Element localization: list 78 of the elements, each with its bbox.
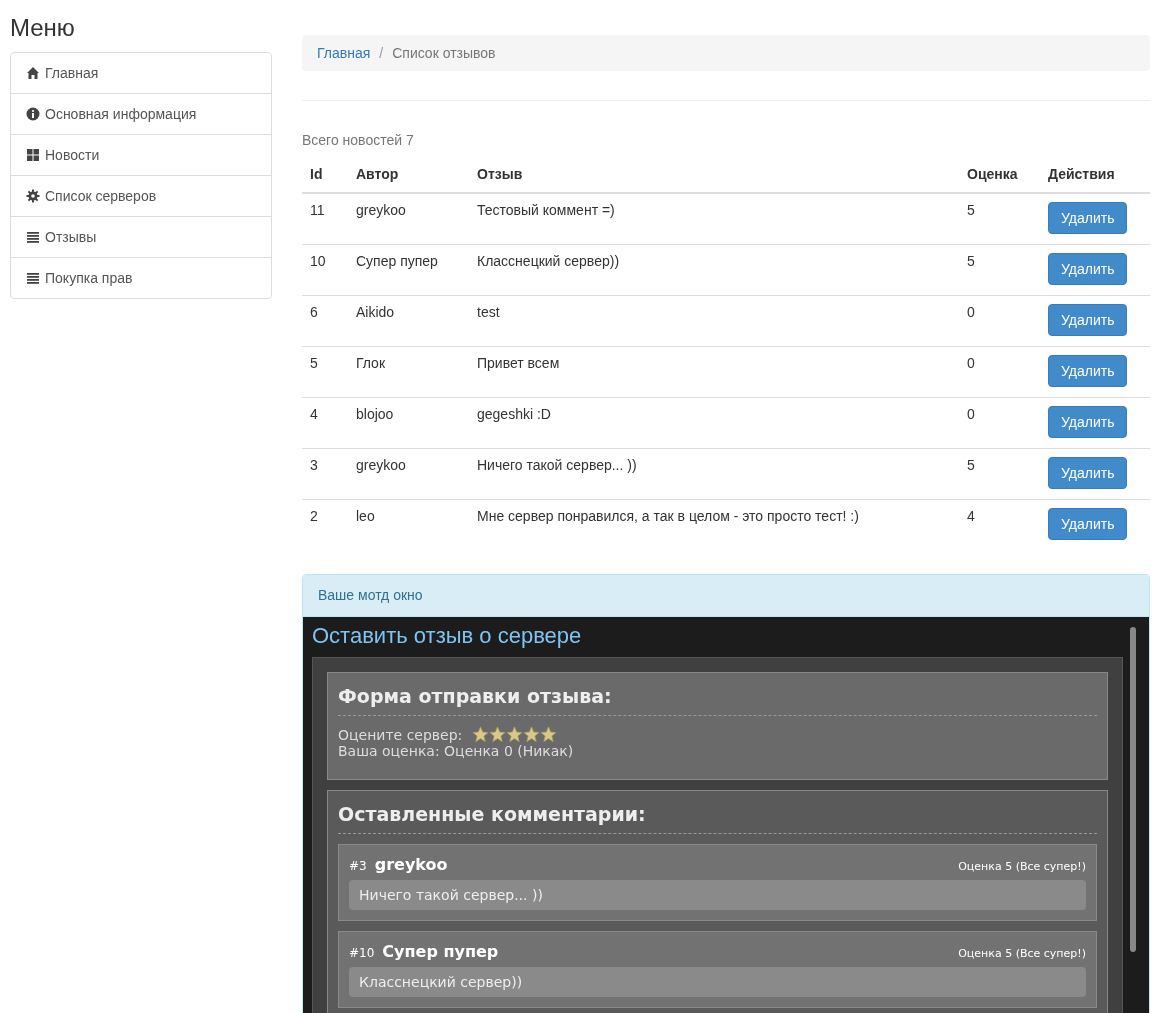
sidebar-item[interactable]: Покупка прав: [11, 257, 271, 298]
table-cell: 3: [302, 448, 348, 499]
comment-author: Супер пупер: [382, 942, 499, 961]
delete-button[interactable]: Удалить: [1048, 405, 1128, 438]
table-cell: leo: [348, 499, 469, 550]
list-icon: [26, 230, 40, 244]
table-cell: Привет всем: [469, 346, 959, 397]
comment-rating: Оценка 5 (Все супер!): [958, 860, 1086, 873]
table-cell: 5: [959, 448, 1040, 499]
table-cell: 4: [302, 397, 348, 448]
scrollbar[interactable]: [1130, 627, 1136, 952]
motd-title: Оставить отзыв о сервере: [312, 623, 582, 649]
delete-button[interactable]: Удалить: [1048, 303, 1128, 336]
breadcrumb-current: Список отзывов: [392, 45, 496, 61]
sidebar-item[interactable]: Новости: [11, 134, 271, 175]
table-cell: greykoo: [348, 193, 469, 244]
table-cell: Мне сервер понравился, а так в целом - это просто тест! :): [469, 499, 959, 550]
table-cell: 11: [302, 193, 348, 244]
delete-button[interactable]: Удалить: [1048, 507, 1128, 540]
gear-icon: [26, 189, 40, 203]
table-cell: 5: [959, 193, 1040, 244]
table-cell: Глок: [348, 346, 469, 397]
home-icon: [26, 66, 40, 80]
comment-author: greykoo: [374, 855, 448, 874]
table-cell: Тестовый коммент =): [469, 193, 959, 244]
grid-icon: [26, 148, 40, 162]
table-cell: 10: [302, 244, 348, 295]
table-cell: Aikido: [348, 295, 469, 346]
column-header: Действия: [1040, 156, 1150, 193]
table-cell: test: [469, 295, 959, 346]
panel-heading: Ваше мотд окно: [303, 575, 1149, 617]
star-icon[interactable]: [540, 726, 558, 743]
sidebar-item[interactable]: Главная: [11, 53, 271, 93]
delete-button[interactable]: Удалить: [1048, 354, 1128, 387]
star-icon[interactable]: [472, 726, 490, 743]
form-title: Форма отправки отзыва:: [338, 685, 1097, 716]
info-icon: [26, 107, 40, 121]
star-rating[interactable]: [472, 726, 558, 743]
table-cell: 0: [959, 295, 1040, 346]
comment-text: Ничего такой сервер... )): [349, 880, 1086, 910]
column-header: Автор: [348, 156, 469, 193]
delete-button[interactable]: Удалить: [1048, 456, 1128, 489]
table-cell: blojoo: [348, 397, 469, 448]
table-cell: 2: [302, 499, 348, 550]
delete-button[interactable]: Удалить: [1048, 202, 1128, 234]
breadcrumb-link[interactable]: Главная: [317, 45, 371, 61]
column-header: Оценка: [959, 156, 1040, 193]
total-count: Всего новостей 7: [302, 131, 414, 150]
table-cell: greykoo: [348, 448, 469, 499]
menu-title: Меню: [10, 14, 75, 42]
column-header: Id: [302, 156, 348, 193]
table-cell: 5: [302, 346, 348, 397]
your-rating: Ваша оценка: Оценка 0 (Никак): [338, 743, 574, 759]
table-cell: gegeshki :D: [469, 397, 959, 448]
column-header: Отзыв: [469, 156, 959, 193]
comments-title: Оставленные комментарии:: [338, 803, 1097, 834]
table-cell: Ничего такой сервер... )): [469, 448, 959, 499]
comment-number: #10: [349, 946, 375, 960]
table-cell: Супер пупер: [348, 244, 469, 295]
table-cell: 6: [302, 295, 348, 346]
list-icon: [26, 271, 40, 285]
star-icon[interactable]: [523, 726, 541, 743]
table-cell: Класснецкий сервер)): [469, 244, 959, 295]
comment-text: Класснецкий сервер)): [349, 967, 1086, 997]
sidebar-item[interactable]: Список серверов: [11, 175, 271, 216]
table-cell: 0: [959, 397, 1040, 448]
comment-rating: Оценка 5 (Все супер!): [958, 947, 1086, 960]
rate-label: Оцените сервер:: [338, 726, 463, 743]
star-icon[interactable]: [489, 726, 507, 743]
delete-button[interactable]: Удалить: [1048, 252, 1128, 285]
sidebar-item[interactable]: Основная информация: [11, 93, 271, 134]
table-cell: 5: [959, 244, 1040, 295]
table-cell: 4: [959, 499, 1040, 550]
comment-number: #3: [349, 859, 367, 873]
breadcrumb-separator: /: [379, 45, 384, 61]
sidebar-item[interactable]: Отзывы: [11, 216, 271, 257]
table-cell: 0: [959, 346, 1040, 397]
star-icon[interactable]: [506, 726, 524, 743]
